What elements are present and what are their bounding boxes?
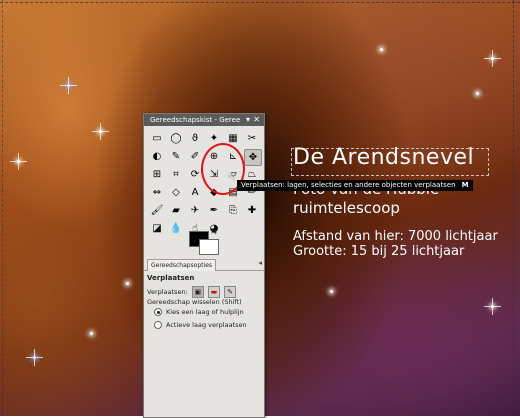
move-mode-label: Verplaatsen: — [147, 288, 188, 296]
radio-pick-layer[interactable]: Kies een laag of hulplijn — [154, 308, 244, 316]
canvas-subtitle-line2[interactable]: ruimtelescoop — [293, 199, 400, 217]
star — [92, 123, 109, 140]
scissors-select-icon[interactable]: ✂ — [244, 131, 260, 146]
rect-select-icon[interactable]: ▭ — [149, 131, 165, 146]
tool-options-tabbar: Gereedschapsopties ◂ — [144, 258, 264, 271]
canvas-title-text[interactable]: De Arendsnevel — [293, 145, 474, 170]
star — [60, 77, 77, 94]
radio-move-active-layer[interactable]: Actieve laag verplaatsen — [154, 321, 247, 329]
free-select-icon[interactable]: ϑ — [187, 131, 203, 146]
tooltip: Verplaatsen: lagen, selecties en andere … — [237, 180, 473, 191]
star — [476, 92, 479, 95]
background-color-swatch[interactable] — [199, 239, 219, 255]
color-selector[interactable]: ⇆ — [189, 228, 219, 257]
ink-icon[interactable]: ✒ — [206, 203, 222, 218]
guide-line-vertical — [513, 0, 515, 416]
star — [10, 153, 27, 170]
paths-icon[interactable]: ✎ — [168, 149, 184, 164]
tab-tool-options[interactable]: Gereedschapsopties — [147, 259, 217, 271]
guide-line-vertical — [2, 0, 4, 416]
star — [484, 298, 501, 315]
swap-colors-icon[interactable]: ⇆ — [211, 228, 217, 236]
toolbox-titlebar[interactable]: Gereedschapskist - Geree ▾ ✕ — [144, 114, 264, 126]
radio-button[interactable] — [154, 321, 162, 329]
move-icon[interactable]: ✥ — [244, 149, 262, 166]
blur-icon[interactable]: 💧 — [168, 221, 184, 236]
star — [26, 349, 43, 366]
canvas-info-distance[interactable]: Afstand van hier: 7000 lichtjaar — [293, 229, 498, 244]
move-mode-row: Verplaatsen: ▣ ▬ ✎ — [147, 286, 236, 298]
radio-label: Actieve laag verplaatsen — [166, 321, 247, 329]
tooltip-text: Verplaatsen: lagen, selecties en andere … — [241, 181, 456, 189]
tab-menu-icon[interactable]: ◂ — [258, 259, 262, 267]
move-path-mode-icon[interactable]: ✎ — [224, 286, 236, 298]
star — [380, 48, 383, 51]
flip-icon[interactable]: ⇔ — [149, 185, 165, 200]
align-icon[interactable]: ⊞ — [149, 167, 165, 182]
radio-button[interactable] — [154, 308, 162, 316]
toolbox-title: Gereedschapskist - Geree — [150, 116, 241, 124]
color-picker-icon[interactable]: ✐ — [187, 149, 203, 164]
star — [330, 290, 333, 293]
star — [90, 332, 93, 335]
close-icon[interactable]: ✕ — [253, 114, 260, 126]
guide-line-horizontal — [0, 2, 520, 4]
foreground-select-icon[interactable]: ◐ — [149, 149, 165, 164]
star — [126, 282, 129, 285]
paintbrush-icon[interactable]: 🖌 — [149, 203, 165, 218]
clone-icon[interactable]: ⎘ — [225, 203, 241, 218]
crop-icon[interactable]: ⌗ — [168, 167, 184, 182]
move-selection-mode-icon[interactable]: ▬ — [207, 286, 220, 298]
star — [484, 50, 501, 67]
tool-toggle-label: Gereedschap wisselen (Shift) — [147, 298, 242, 306]
heal-icon[interactable]: ✚ — [244, 203, 260, 218]
text-icon[interactable]: A — [187, 185, 203, 200]
menu-arrow-icon[interactable]: ▾ — [246, 114, 250, 126]
move-layer-mode-icon[interactable]: ▣ — [191, 286, 204, 298]
tool-options-title: Verplaatsen — [147, 274, 195, 282]
cage-icon[interactable]: ◇ — [168, 185, 184, 200]
airbrush-icon[interactable]: ✈ — [187, 203, 203, 218]
mouse-pointer-icon: ↖ — [227, 170, 237, 183]
tooltip-shortcut: M — [461, 181, 469, 189]
ellipse-select-icon[interactable]: ◯ — [168, 131, 184, 146]
canvas-info-size[interactable]: Grootte: 15 bij 25 lichtjaar — [293, 244, 464, 259]
radio-label: Kies een laag of hulplijn — [166, 308, 244, 316]
eraser-icon[interactable]: ▰ — [168, 203, 184, 218]
perspective-clone-icon[interactable]: ◪ — [149, 221, 165, 236]
